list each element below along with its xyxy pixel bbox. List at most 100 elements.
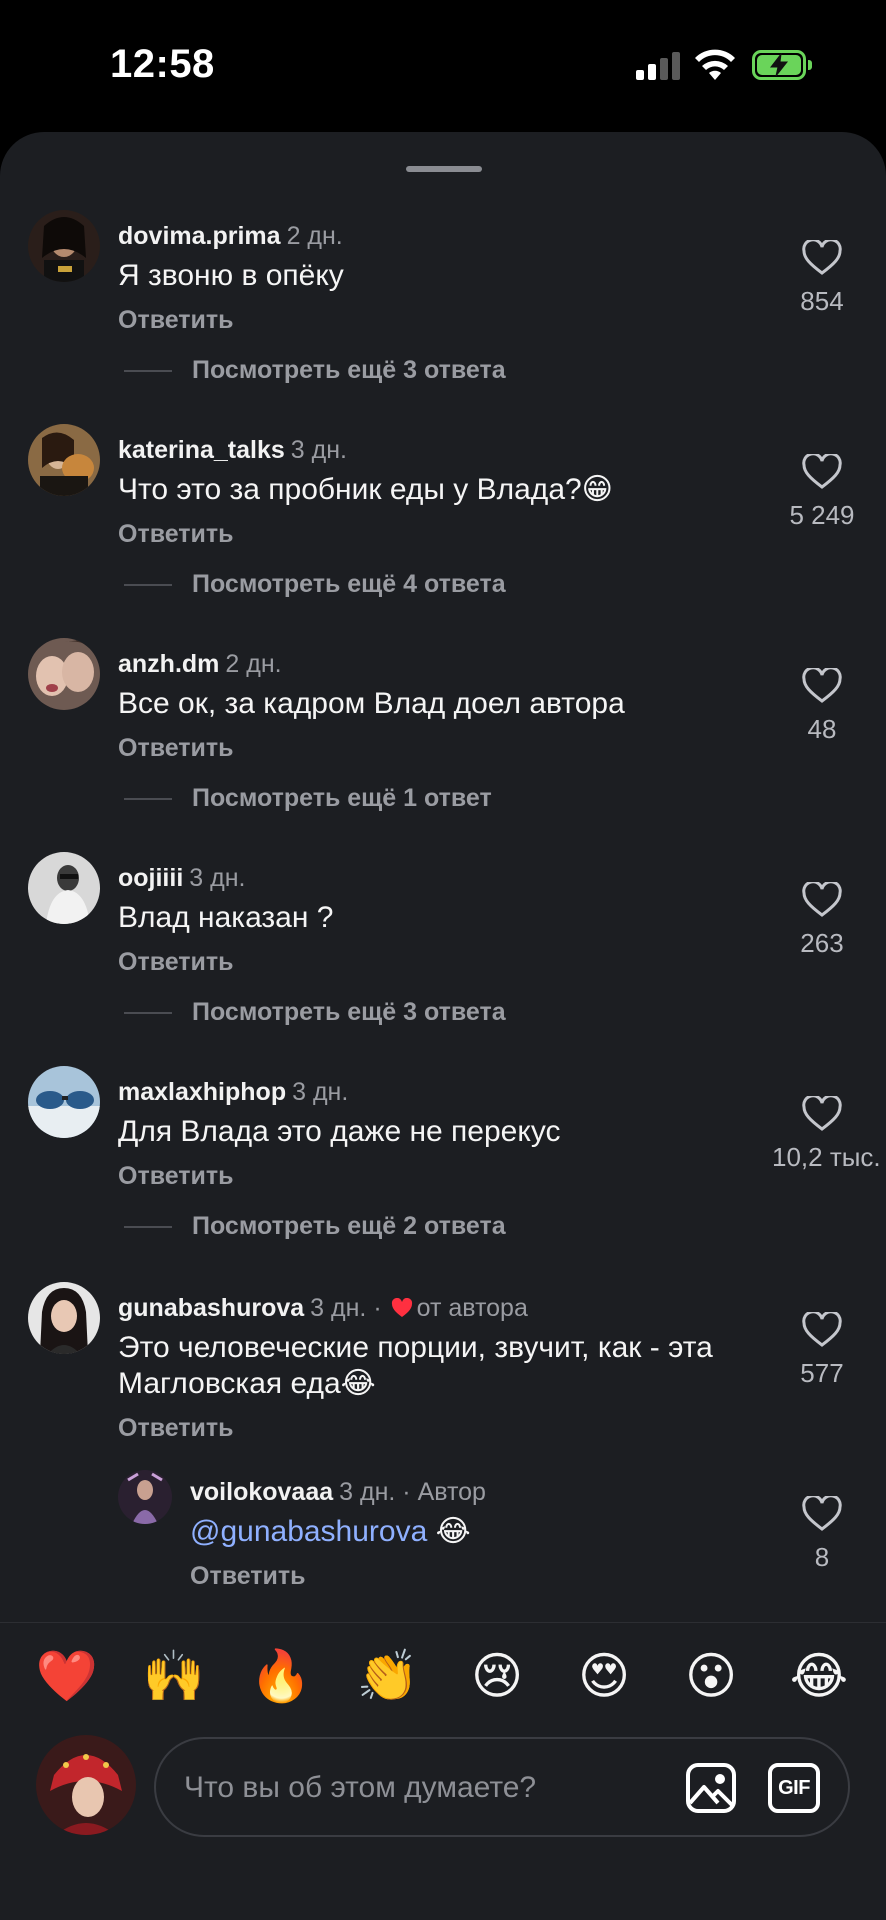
like-count: 10,2 тыс. — [772, 1142, 881, 1172]
comment-input-container: GIF — [154, 1737, 850, 1837]
like-button[interactable]: 854 — [772, 240, 872, 317]
reply-button[interactable]: Ответить — [190, 1562, 306, 1591]
comment-text-body: 😂 — [427, 1515, 471, 1548]
view-more-replies-label: Посмотреть ещё 1 ответ — [192, 784, 492, 812]
comment-username[interactable]: voilokovaaa — [190, 1478, 333, 1506]
comment-username[interactable]: gunabashurova — [118, 1294, 304, 1322]
heart-icon — [802, 882, 842, 917]
comment-text: Это человеческие порции, звучит, как - э… — [118, 1331, 713, 1400]
view-more-replies-label: Посмотреть ещё 3 ответа — [192, 998, 506, 1026]
like-button[interactable]: 10,2 тыс. — [772, 1096, 881, 1173]
like-button[interactable]: 577 — [772, 1312, 872, 1389]
reply-button[interactable]: Ответить — [118, 520, 234, 549]
comment-separator: · — [373, 1294, 382, 1322]
avatar[interactable] — [28, 210, 100, 282]
divider — [124, 1226, 172, 1228]
view-more-replies-label: Посмотреть ещё 2 ответа — [192, 1212, 506, 1240]
comment-time: 3 дн. — [339, 1478, 396, 1506]
heart-icon — [802, 668, 842, 703]
battery-icon — [752, 50, 812, 80]
cellular-signal-icon — [636, 52, 682, 80]
liked-by-author-label: от автора — [416, 1294, 528, 1322]
avatar[interactable] — [28, 638, 100, 710]
reply-button[interactable]: Ответить — [118, 1414, 234, 1443]
emoji-red-heart[interactable]: ❤️ — [32, 1645, 102, 1707]
comment-header: katerina_talks 3 дн. — [118, 436, 347, 465]
avatar[interactable] — [28, 1282, 100, 1354]
sheet-grabber[interactable] — [406, 166, 482, 172]
like-button[interactable]: 48 — [772, 668, 872, 745]
comment-username[interactable]: katerina_talks — [118, 436, 285, 464]
reply-button[interactable]: Ответить — [118, 306, 234, 335]
divider — [124, 584, 172, 586]
like-button[interactable]: 263 — [772, 882, 872, 959]
like-count: 577 — [800, 1358, 844, 1388]
heart-icon — [802, 1496, 842, 1531]
comment-time: 3 дн. — [292, 1078, 349, 1106]
divider — [124, 1012, 172, 1014]
comment-text: @gunabashurova 😂 — [190, 1514, 750, 1550]
comment-header: gunabashurova 3 дн. · от автора — [118, 1294, 528, 1323]
divider — [124, 370, 172, 372]
comment-time: 2 дн. — [286, 222, 343, 250]
like-count: 5 249 — [789, 500, 855, 530]
image-icon[interactable] — [684, 1761, 738, 1815]
author-badge: · Автор — [402, 1478, 486, 1506]
comment-time: 3 дн. — [310, 1294, 367, 1322]
emoji-crying-face[interactable]: 😢 — [462, 1645, 532, 1707]
reply-button[interactable]: Ответить — [118, 1162, 234, 1191]
like-count: 48 — [807, 714, 837, 744]
heart-icon — [802, 240, 842, 275]
emoji-tears-of-joy[interactable]: 😂 — [784, 1645, 854, 1707]
emoji-heart-eyes[interactable]: 😍 — [569, 1645, 639, 1707]
emoji-clapping-hands[interactable]: 👏 — [353, 1645, 423, 1707]
avatar[interactable] — [28, 1066, 100, 1138]
comment-header: voilokovaaa 3 дн. · Автор — [190, 1478, 486, 1507]
comment-time: 2 дн. — [225, 650, 282, 678]
quick-emoji-bar: ❤️ 🙌 🔥 👏 😢 😍 😮 😂 — [0, 1645, 886, 1715]
comment-text: Влад наказан ? — [118, 901, 334, 934]
like-button[interactable]: 8 — [772, 1496, 872, 1573]
comment-text: Я звоню в опёку — [118, 259, 344, 292]
gif-button[interactable]: GIF — [768, 1763, 820, 1813]
avatar[interactable] — [28, 852, 100, 924]
like-button[interactable]: 5 249 — [772, 454, 872, 531]
view-more-replies-label: Посмотреть ещё 4 ответа — [192, 570, 506, 598]
comment-username[interactable]: dovima.prima — [118, 222, 281, 250]
emoji-fire[interactable]: 🔥 — [246, 1645, 316, 1707]
comment-time: 3 дн. — [189, 864, 246, 892]
comment-input[interactable] — [184, 1761, 654, 1815]
emoji-raising-hands[interactable]: 🙌 — [139, 1645, 209, 1707]
heart-icon — [802, 1096, 842, 1131]
comment-username[interactable]: anzh.dm — [118, 650, 219, 678]
divider — [124, 798, 172, 800]
current-user-avatar — [36, 1735, 136, 1835]
reply-button[interactable]: Ответить — [118, 734, 234, 763]
wifi-icon — [695, 49, 735, 80]
comment-text: Что это за пробник еды у Влада?😁 — [118, 473, 613, 506]
like-count: 263 — [800, 928, 844, 958]
reply-button[interactable]: Ответить — [118, 948, 234, 977]
like-count: 854 — [800, 286, 844, 316]
avatar[interactable] — [28, 424, 100, 496]
view-more-replies-label: Посмотреть ещё 3 ответа — [192, 356, 506, 384]
comment-header: anzh.dm 2 дн. — [118, 650, 282, 679]
comment-text: Для Влада это даже не перекус — [118, 1115, 561, 1148]
like-count: 8 — [814, 1542, 830, 1572]
comment-header: oojiiii 3 дн. — [118, 864, 245, 893]
mention-link[interactable]: @gunabashurova — [190, 1515, 427, 1548]
heart-icon — [802, 1312, 842, 1347]
composer-area: ❤️ 🙌 🔥 👏 😢 😍 😮 😂 GIF — [0, 1622, 886, 1920]
status-time: 12:58 — [110, 42, 215, 86]
creator-heart-icon — [391, 1298, 412, 1317]
comment-username[interactable]: oojiiii — [118, 864, 183, 892]
emoji-surprised-face[interactable]: 😮 — [676, 1645, 746, 1707]
comment-text: Все ок, за кадром Влад доел автора — [118, 687, 625, 720]
comment-header: maxlaxhiphop 3 дн. — [118, 1078, 348, 1107]
avatar[interactable] — [118, 1470, 172, 1524]
status-bar: 12:58 — [0, 0, 886, 130]
comment-header: dovima.prima 2 дн. — [118, 222, 343, 251]
comment-username[interactable]: maxlaxhiphop — [118, 1078, 286, 1106]
heart-icon — [802, 454, 842, 489]
comment-time: 3 дн. — [290, 436, 347, 464]
